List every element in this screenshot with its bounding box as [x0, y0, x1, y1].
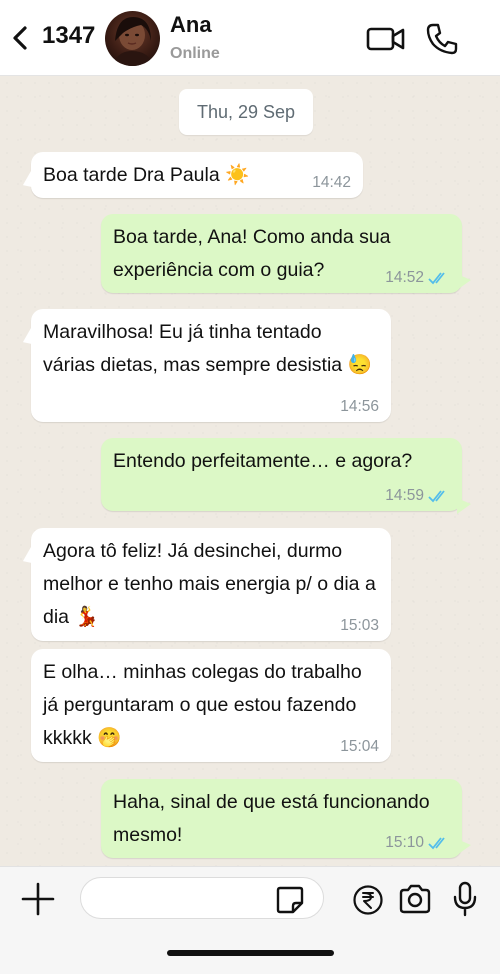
back-button[interactable]	[10, 24, 30, 52]
plus-icon	[21, 882, 55, 916]
rupee-payment-icon	[353, 885, 383, 915]
message-bubble-incoming[interactable]: Maravilhosa! Eu já tinha tentado várias …	[31, 309, 391, 422]
message-text: Agora tô feliz! Já desinchei, durmo melh…	[43, 540, 376, 628]
message-meta: 15:10	[385, 834, 450, 852]
camera-button[interactable]	[398, 884, 432, 914]
message-bubble-incoming[interactable]: E olha… minhas colegas do trabalho já pe…	[31, 649, 391, 762]
message-time: 14:42	[312, 174, 351, 191]
payment-button[interactable]	[352, 884, 384, 916]
unread-count[interactable]: 1347	[42, 22, 95, 50]
microphone-icon	[453, 881, 477, 917]
message-text: Maravilhosa! Eu já tinha tentado várias …	[43, 321, 372, 376]
message-time: 14:52	[385, 269, 424, 286]
message-bubble-outgoing[interactable]: Haha, sinal de que está funcionando mesm…	[101, 779, 471, 858]
double-check-read-icon	[428, 837, 445, 850]
date-chip: Thu, 29 Sep	[179, 89, 313, 135]
double-check-read-icon	[428, 490, 445, 503]
message-meta: 14:59	[385, 487, 450, 505]
message-time: 14:59	[385, 487, 424, 504]
phone-icon	[426, 23, 458, 55]
contact-status: Online	[170, 45, 220, 62]
message-meta: 14:52	[385, 269, 450, 287]
video-camera-icon	[366, 27, 405, 51]
voice-call-button[interactable]	[425, 22, 459, 56]
composer-bar	[0, 866, 500, 974]
message-meta: 14:42	[312, 174, 351, 192]
video-call-button[interactable]	[366, 24, 406, 54]
chat-header: 1347 Ana Online	[0, 0, 500, 76]
message-time: 15:03	[340, 617, 379, 634]
voice-record-button[interactable]	[452, 881, 478, 917]
message-text: Boa tarde Dra Paula ☀️	[43, 164, 250, 186]
sticker-icon	[276, 886, 304, 914]
attach-button[interactable]	[20, 881, 56, 917]
message-text: E olha… minhas colegas do trabalho já pe…	[43, 661, 362, 749]
chat-area[interactable]: Thu, 29 Sep Boa tarde Dra Paula ☀️ 14:42…	[0, 76, 500, 866]
message-bubble-incoming[interactable]: Boa tarde Dra Paula ☀️ 14:42	[31, 152, 363, 198]
chevron-left-icon	[13, 26, 27, 50]
message-meta: 15:04	[340, 738, 379, 756]
message-time: 14:56	[340, 398, 379, 415]
avatar[interactable]	[105, 11, 160, 66]
message-meta: 14:56	[340, 398, 379, 416]
message-time: 15:04	[340, 738, 379, 755]
camera-icon	[399, 884, 431, 914]
contact-name[interactable]: Ana	[170, 12, 212, 38]
message-text: Entendo perfeitamente… e agora?	[113, 450, 413, 472]
message-bubble-incoming[interactable]: Agora tô feliz! Já desinchei, durmo melh…	[31, 528, 391, 641]
sticker-button[interactable]	[275, 885, 305, 915]
message-bubble-outgoing[interactable]: Boa tarde, Ana! Como anda sua experiênci…	[101, 214, 471, 293]
double-check-read-icon	[428, 272, 445, 285]
message-bubble-outgoing[interactable]: Entendo perfeitamente… e agora? 14:59	[101, 438, 471, 514]
avatar-image	[113, 17, 153, 66]
message-meta: 15:03	[340, 617, 379, 635]
message-time: 15:10	[385, 834, 424, 851]
home-indicator[interactable]	[167, 950, 334, 956]
